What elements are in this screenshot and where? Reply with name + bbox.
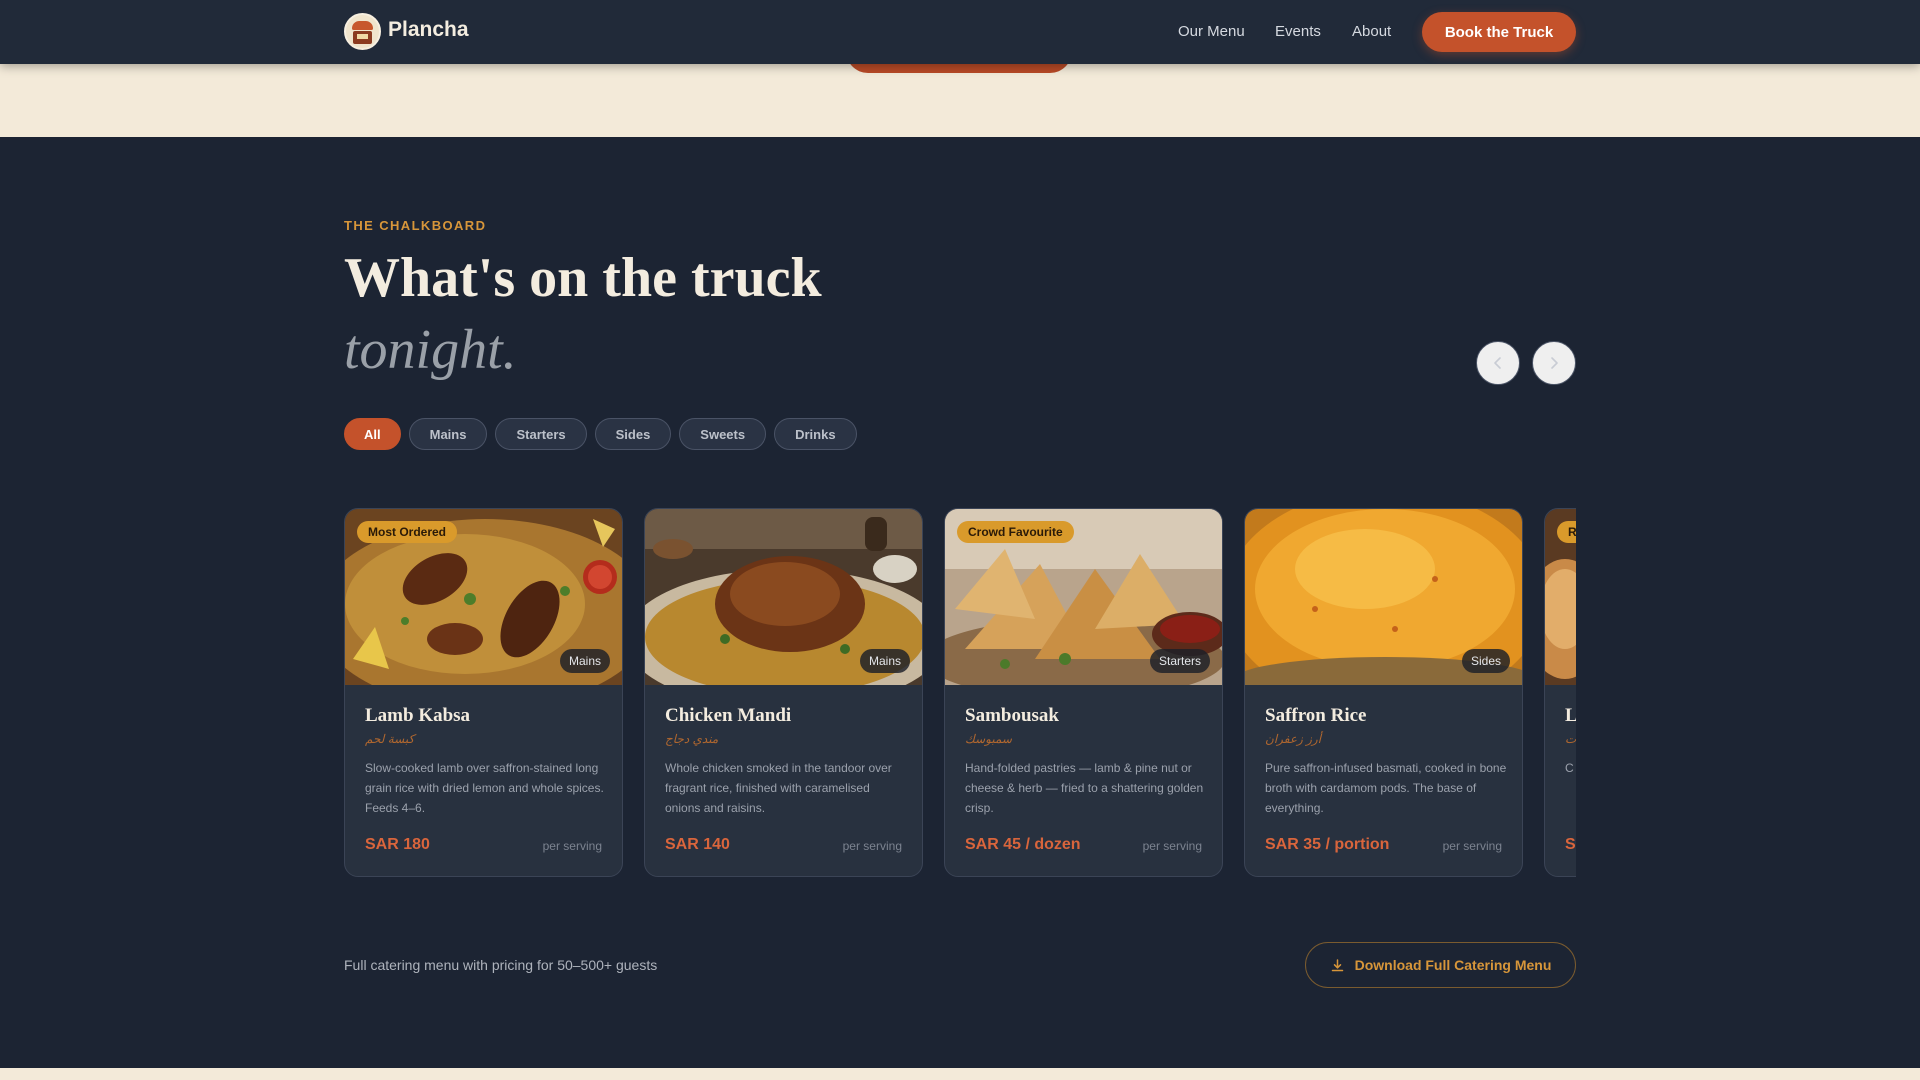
section-eyebrow: THE CHALKBOARD bbox=[344, 218, 487, 233]
nav-link-about[interactable]: About bbox=[1352, 23, 1391, 40]
price-unit: per serving bbox=[842, 839, 902, 853]
filter-drinks[interactable]: Drinks bbox=[774, 418, 857, 450]
section-title: What's on the truck bbox=[344, 247, 822, 309]
food-truck-logo-icon[interactable] bbox=[344, 13, 381, 50]
badge-most-ordered: Most Ordered bbox=[357, 521, 458, 543]
navbar: Plancha Our Menu Events About Book the T… bbox=[0, 0, 1920, 64]
menu-card-sambousak[interactable]: Crowd Favourite Starters Sambousak سمبوس… bbox=[944, 508, 1223, 877]
catering-note: Full catering menu with pricing for 50–5… bbox=[344, 957, 658, 973]
nav-link-our-menu[interactable]: Our Menu bbox=[1178, 23, 1245, 40]
download-catering-menu-button[interactable]: Download Full Catering Menu bbox=[1305, 942, 1576, 988]
book-truck-button[interactable]: Book the Truck bbox=[1422, 12, 1576, 52]
price-unit: per serving bbox=[1142, 839, 1202, 853]
dish-name: Saffron Rice bbox=[1265, 705, 1367, 726]
menu-carousel: Most Ordered Mains Lamb Kabsa كبسة لحم S… bbox=[344, 508, 1576, 878]
dish-name: L bbox=[1565, 705, 1576, 727]
section-title-italic: tonight. bbox=[344, 319, 517, 381]
filter-mains[interactable]: Mains bbox=[408, 418, 488, 450]
dish-price: SAR 180 bbox=[365, 836, 430, 853]
category-tag: Mains bbox=[859, 649, 910, 673]
download-label: Download Full Catering Menu bbox=[1354, 957, 1552, 973]
dish-arabic-name: كبسة لحم bbox=[365, 732, 415, 746]
menu-card-lamb-kabsa[interactable]: Most Ordered Mains Lamb Kabsa كبسة لحم S… bbox=[344, 508, 623, 877]
dish-price: SAR 140 bbox=[665, 836, 730, 853]
chevron-left-icon bbox=[1494, 357, 1501, 369]
next-section-strip bbox=[0, 1068, 1920, 1080]
menu-card-chicken-mandi[interactable]: Mains Chicken Mandi مندي دجاج Whole chic… bbox=[644, 508, 923, 877]
category-tag: Starters bbox=[1149, 649, 1210, 673]
badge-partial: R bbox=[1557, 521, 1576, 543]
nav-link-events[interactable]: Events bbox=[1275, 23, 1321, 40]
dish-description: Whole chicken smoked in the tandoor over… bbox=[665, 761, 892, 815]
filter-all[interactable]: All bbox=[344, 418, 401, 450]
dish-description: C m th bbox=[1565, 761, 1576, 775]
dish-arabic-name: ت bbox=[1565, 732, 1576, 746]
carousel-next-button[interactable] bbox=[1532, 341, 1576, 385]
filter-starters[interactable]: Starters bbox=[495, 418, 587, 450]
dish-description: Pure saffron-infused basmati, cooked in … bbox=[1265, 761, 1507, 815]
dish-name: Lamb Kabsa bbox=[365, 705, 471, 726]
dish-arabic-name: مندي دجاج bbox=[665, 732, 719, 746]
dish-name: Chicken Mandi bbox=[665, 705, 792, 726]
dish-price: SAR 45 / dozen bbox=[965, 836, 1081, 853]
carousel-prev-button[interactable] bbox=[1476, 341, 1520, 385]
download-icon bbox=[1331, 958, 1343, 971]
dish-description: Slow-cooked lamb over saffron-stained lo… bbox=[365, 761, 604, 815]
brand-name[interactable]: Plancha bbox=[388, 18, 469, 42]
chevron-right-icon bbox=[1551, 357, 1558, 369]
dish-description: Hand-folded pastries — lamb & pine nut o… bbox=[965, 761, 1204, 815]
category-filters: All Mains Starters Sides Sweets Drinks bbox=[344, 418, 857, 450]
price-unit: per serving bbox=[542, 839, 602, 853]
menu-card-saffron-rice[interactable]: Sides Saffron Rice أرز زعفران Pure saffr… bbox=[1244, 508, 1523, 877]
menu-card-partial[interactable]: R L ت C m th S bbox=[1544, 508, 1576, 877]
filter-sweets[interactable]: Sweets bbox=[679, 418, 767, 450]
filter-sides[interactable]: Sides bbox=[594, 418, 672, 450]
category-tag: Sides bbox=[1461, 649, 1510, 673]
dish-price: S bbox=[1565, 836, 1576, 853]
dish-arabic-name: سمبوسك bbox=[965, 732, 1012, 746]
category-tag: Mains bbox=[559, 649, 610, 673]
dish-price: SAR 35 / portion bbox=[1265, 836, 1390, 853]
dish-arabic-name: أرز زعفران bbox=[1265, 732, 1322, 746]
badge-crowd-favourite: Crowd Favourite bbox=[957, 521, 1074, 543]
dish-name: Sambousak bbox=[965, 705, 1059, 726]
price-unit: per serving bbox=[1442, 839, 1502, 853]
